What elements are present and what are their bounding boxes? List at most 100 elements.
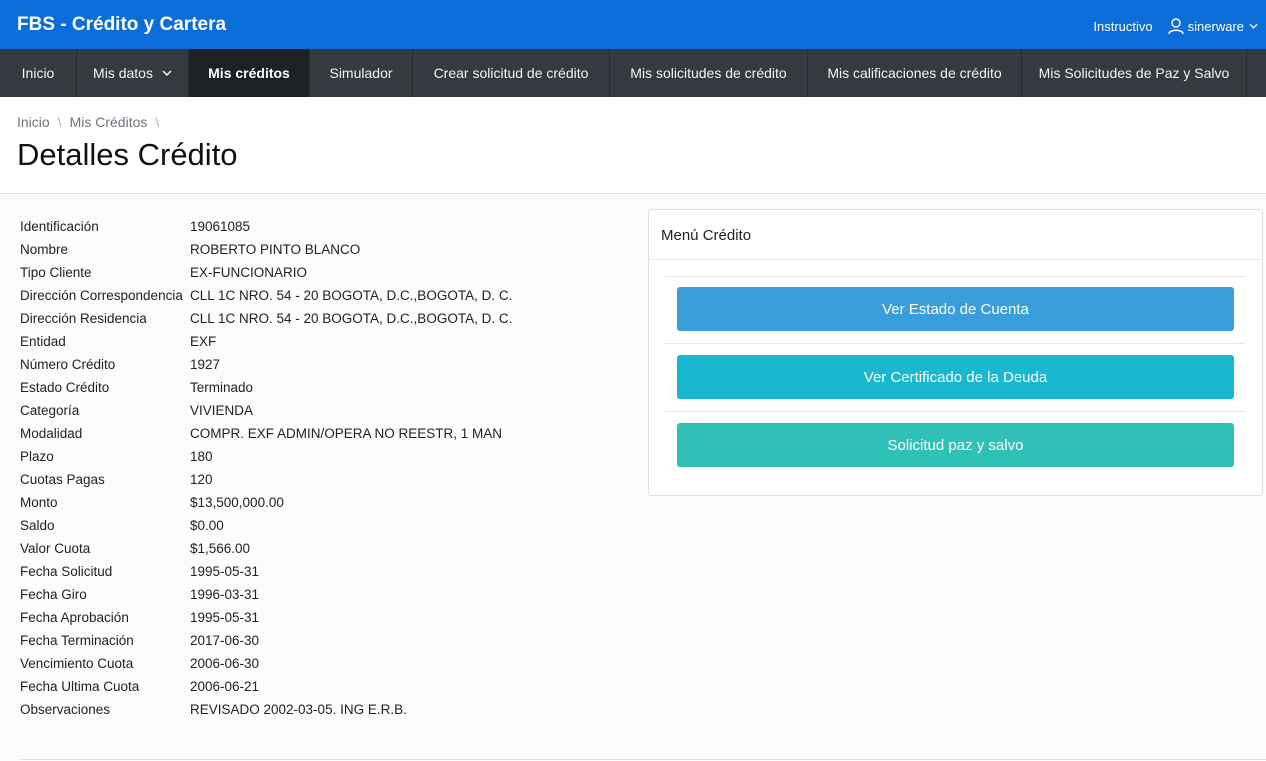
detail-label: Categoría	[20, 403, 80, 418]
detail-value: 1996-03-31	[190, 587, 260, 602]
page-header: Inicio \ Mis Créditos \ Detalles Crédito	[0, 97, 1266, 194]
detail-value: COMPR. EXF ADMIN/OPERA NO REESTR, 1 MAN	[190, 426, 503, 441]
detail-value: $1,566.00	[190, 541, 251, 556]
detail-value: 2006-06-21	[190, 679, 260, 694]
detail-row: Monto $13,500,000.00	[20, 491, 620, 514]
detail-value: 2006-06-30	[190, 656, 260, 671]
breadcrumb-separator: \	[57, 114, 62, 130]
ver-estado-cuenta-button[interactable]: Ver Estado de Cuenta	[677, 287, 1234, 331]
solicitud-paz-y-salvo-button[interactable]: Solicitud paz y salvo	[677, 423, 1234, 467]
instructivo-link[interactable]: Instructivo	[1093, 19, 1152, 34]
nav-item-inicio[interactable]: Inicio	[0, 49, 77, 97]
nav-label: Mis Solicitudes de Paz y Salvo	[1038, 65, 1230, 81]
detail-label: Fecha Ultima Cuota	[20, 679, 140, 694]
menu-card-title: Menú Crédito	[649, 210, 1262, 260]
detail-row: Valor Cuota $1,566.00	[20, 537, 620, 560]
page-title: Detalles Crédito	[17, 137, 238, 172]
detail-value: 19061085	[190, 219, 251, 234]
breadcrumb-inicio[interactable]: Inicio	[17, 114, 50, 130]
nav-item-mis-solicitudes[interactable]: Mis solicitudes de crédito	[610, 49, 808, 97]
breadcrumb-separator: \	[155, 114, 160, 130]
detail-row: Dirección Residencia CLL 1C NRO. 54 - 20 …	[20, 307, 620, 330]
nav-item-paz-y-salvo[interactable]: Mis Solicitudes de Paz y Salvo	[1022, 49, 1247, 97]
detail-label: Plazo	[20, 449, 54, 464]
credit-details: Identificación 19061085 Nombre ROBERTO PIN…	[20, 215, 620, 721]
detail-row: Vencimiento Cuota 2006-06-30	[20, 652, 620, 675]
divider	[20, 759, 1266, 760]
detail-row: Fecha Aprobación 1995-05-31	[20, 606, 620, 629]
nav-item-mis-calificaciones[interactable]: Mis calificaciones de crédito	[808, 49, 1022, 97]
user-menu[interactable]: sinerware	[1167, 17, 1258, 35]
detail-label: Saldo	[20, 518, 55, 533]
detail-value: REVISADO 2002-03-05. ING E.R.B.	[190, 702, 407, 717]
main-nav: Inicio Mis datos Mis créditos Simulador …	[0, 49, 1266, 97]
divider	[665, 276, 1246, 277]
detail-label: Identificación	[20, 219, 99, 234]
detail-label: Nombre	[20, 242, 69, 257]
detail-value: ROBERTO PINTO BLANCO	[190, 242, 361, 257]
detail-value: 1927	[190, 357, 221, 372]
detail-row: Estado Crédito Terminado	[20, 376, 620, 399]
divider	[665, 411, 1246, 412]
nav-label: Mis créditos	[208, 65, 290, 81]
detail-label: Valor Cuota	[20, 541, 91, 556]
detail-label: Fecha Aprobación	[20, 610, 129, 625]
top-bar: FBS - Crédito y Cartera Instructivo sine…	[0, 0, 1266, 49]
detail-label: Fecha Solicitud	[20, 564, 113, 579]
detail-row: Fecha Solicitud 1995-05-31	[20, 560, 620, 583]
topbar-right: Instructivo sinerware	[1093, 17, 1258, 35]
nav-label: Mis solicitudes de crédito	[630, 65, 787, 81]
nav-item-mis-datos[interactable]: Mis datos	[77, 49, 189, 97]
detail-label: Dirección Residencia	[20, 311, 147, 326]
breadcrumb-mis-creditos[interactable]: Mis Créditos	[70, 114, 148, 130]
detail-value: 180	[190, 449, 213, 464]
nav-label: Mis calificaciones de crédito	[827, 65, 1002, 81]
detail-value: Terminado	[190, 380, 254, 395]
ver-certificado-deuda-button[interactable]: Ver Certificado de la Deuda	[677, 355, 1234, 399]
detail-row: Entidad EXF	[20, 330, 620, 353]
detail-label: Entidad	[20, 334, 66, 349]
username: sinerware	[1187, 18, 1244, 34]
detail-value: CLL 1C NRO. 54 - 20 BOGOTA, D.C.,BOGOTA,…	[190, 288, 513, 303]
user-icon	[1167, 18, 1184, 35]
detail-row: Plazo 180	[20, 445, 620, 468]
detail-row: Dirección Correspondencia CLL 1C NRO. 54 …	[20, 284, 620, 307]
detail-value: EXF	[190, 334, 217, 349]
detail-label: Dirección Correspondencia	[20, 288, 183, 303]
detail-label: Modalidad	[20, 426, 83, 441]
app-title: FBS - Crédito y Cartera	[17, 14, 227, 35]
nav-item-mis-creditos[interactable]: Mis créditos	[189, 49, 310, 97]
detail-row: Fecha Ultima Cuota 2006-06-21	[20, 675, 620, 698]
detail-value: 120	[190, 472, 213, 487]
detail-label: Estado Crédito	[20, 380, 110, 395]
detail-value: 1995-05-31	[190, 610, 260, 625]
detail-row: Observaciones REVISADO 2002-03-05. ING E.…	[20, 698, 620, 721]
detail-value: EX-FUNCIONARIO	[190, 265, 308, 280]
detail-label: Monto	[20, 495, 58, 510]
breadcrumb: Inicio \ Mis Créditos \	[17, 114, 167, 130]
detail-value: 2017-06-30	[190, 633, 260, 648]
nav-item-crear-solicitud[interactable]: Crear solicitud de crédito	[413, 49, 610, 97]
nav-item-simulador[interactable]: Simulador	[310, 49, 413, 97]
detail-row: Modalidad COMPR. EXF ADMIN/OPERA NO REEST…	[20, 422, 620, 445]
detail-row: Categoría VIVIENDA	[20, 399, 620, 422]
detail-value: $13,500,000.00	[190, 495, 284, 510]
divider	[665, 343, 1246, 344]
detail-label: Fecha Giro	[20, 587, 87, 602]
detail-label: Número Crédito	[20, 357, 116, 372]
detail-row: Fecha Terminación 2017-06-30	[20, 629, 620, 652]
credit-menu-card: Menú Crédito Ver Estado de Cuenta Ver Ce…	[648, 209, 1263, 496]
nav-label: Inicio	[21, 65, 55, 81]
chevron-down-icon	[162, 70, 172, 76]
nav-label: Simulador	[329, 65, 393, 81]
detail-row: Cuotas Pagas 120	[20, 468, 620, 491]
detail-label: Cuotas Pagas	[20, 472, 105, 487]
detail-value: 1995-05-31	[190, 564, 260, 579]
detail-row: Nombre ROBERTO PINTO BLANCO	[20, 238, 620, 261]
detail-row: Número Crédito 1927	[20, 353, 620, 376]
detail-row: Fecha Giro 1996-03-31	[20, 583, 620, 606]
detail-label: Vencimiento Cuota	[20, 656, 134, 671]
detail-label: Tipo Cliente	[20, 265, 92, 280]
detail-row: Saldo $0.00	[20, 514, 620, 537]
chevron-down-icon	[1249, 23, 1258, 29]
